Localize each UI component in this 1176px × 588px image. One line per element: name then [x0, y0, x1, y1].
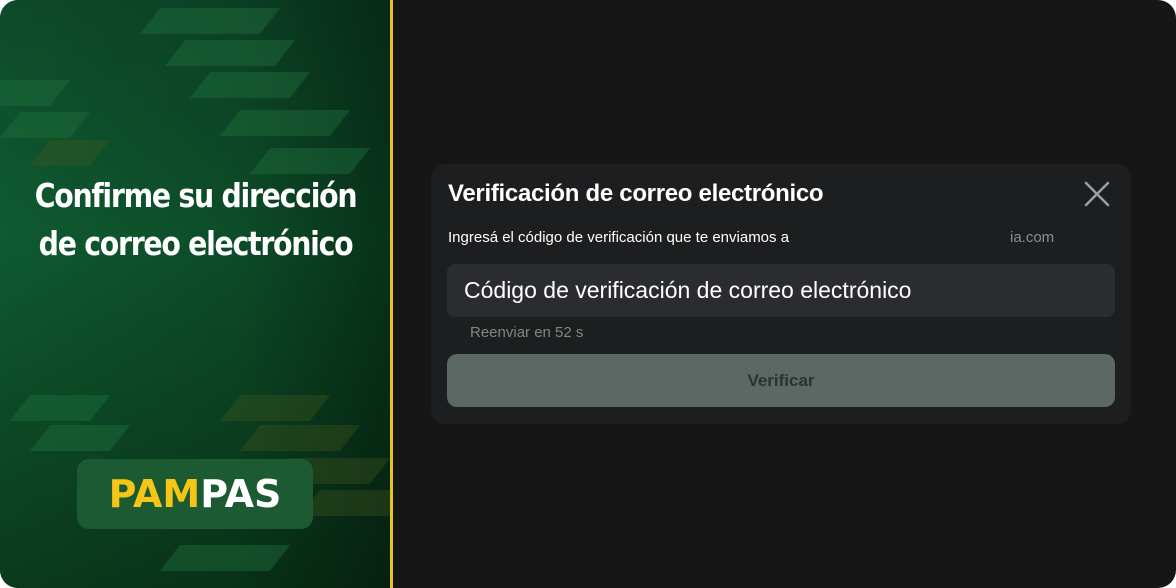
decor-stripe: [9, 395, 111, 421]
dialog-subtitle: Ingresá el código de verificación que te…: [448, 229, 790, 246]
masked-email: ia.com: [1010, 229, 1055, 246]
decor-stripe: [139, 8, 281, 34]
verify-button[interactable]: Verificar: [447, 354, 1115, 407]
decor-stripe: [239, 425, 361, 451]
promo-divider: [390, 0, 393, 588]
decor-stripe: [0, 80, 71, 106]
promo-panel: Confirme su dirección de correo electrón…: [0, 0, 391, 588]
decor-stripe: [29, 425, 131, 451]
close-button[interactable]: [1081, 178, 1113, 210]
email-verification-dialog: Verificación de correo electrónico Ingre…: [431, 164, 1131, 424]
logo-part2: PAS: [200, 472, 282, 516]
verification-code-input[interactable]: [447, 264, 1115, 317]
close-icon: [1084, 181, 1110, 207]
decor-stripe: [189, 72, 311, 98]
promo-headline-line2: de correo electrónico: [38, 224, 354, 263]
decor-stripe: [219, 110, 351, 136]
decor-stripe: [159, 545, 291, 571]
decor-stripe: [219, 395, 331, 421]
promo-headline: Confirme su dirección de correo electrón…: [27, 172, 363, 268]
resend-countdown: Reenviar en 52 s: [470, 324, 584, 341]
decor-stripe: [299, 490, 391, 516]
decor-stripe: [29, 140, 111, 166]
logo-wordmark: PAMPAS: [109, 472, 282, 516]
decor-stripe: [0, 112, 91, 138]
pampas-logo: PAMPAS: [77, 459, 313, 529]
decor-stripe: [164, 40, 296, 66]
logo-part1: PAM: [108, 472, 201, 516]
promo-headline-line1: Confirme su dirección: [34, 176, 358, 215]
dialog-title: Verificación de correo electrónico: [448, 180, 824, 207]
decor-stripe: [249, 148, 371, 174]
app-frame: Confirme su dirección de correo electrón…: [0, 0, 1176, 588]
